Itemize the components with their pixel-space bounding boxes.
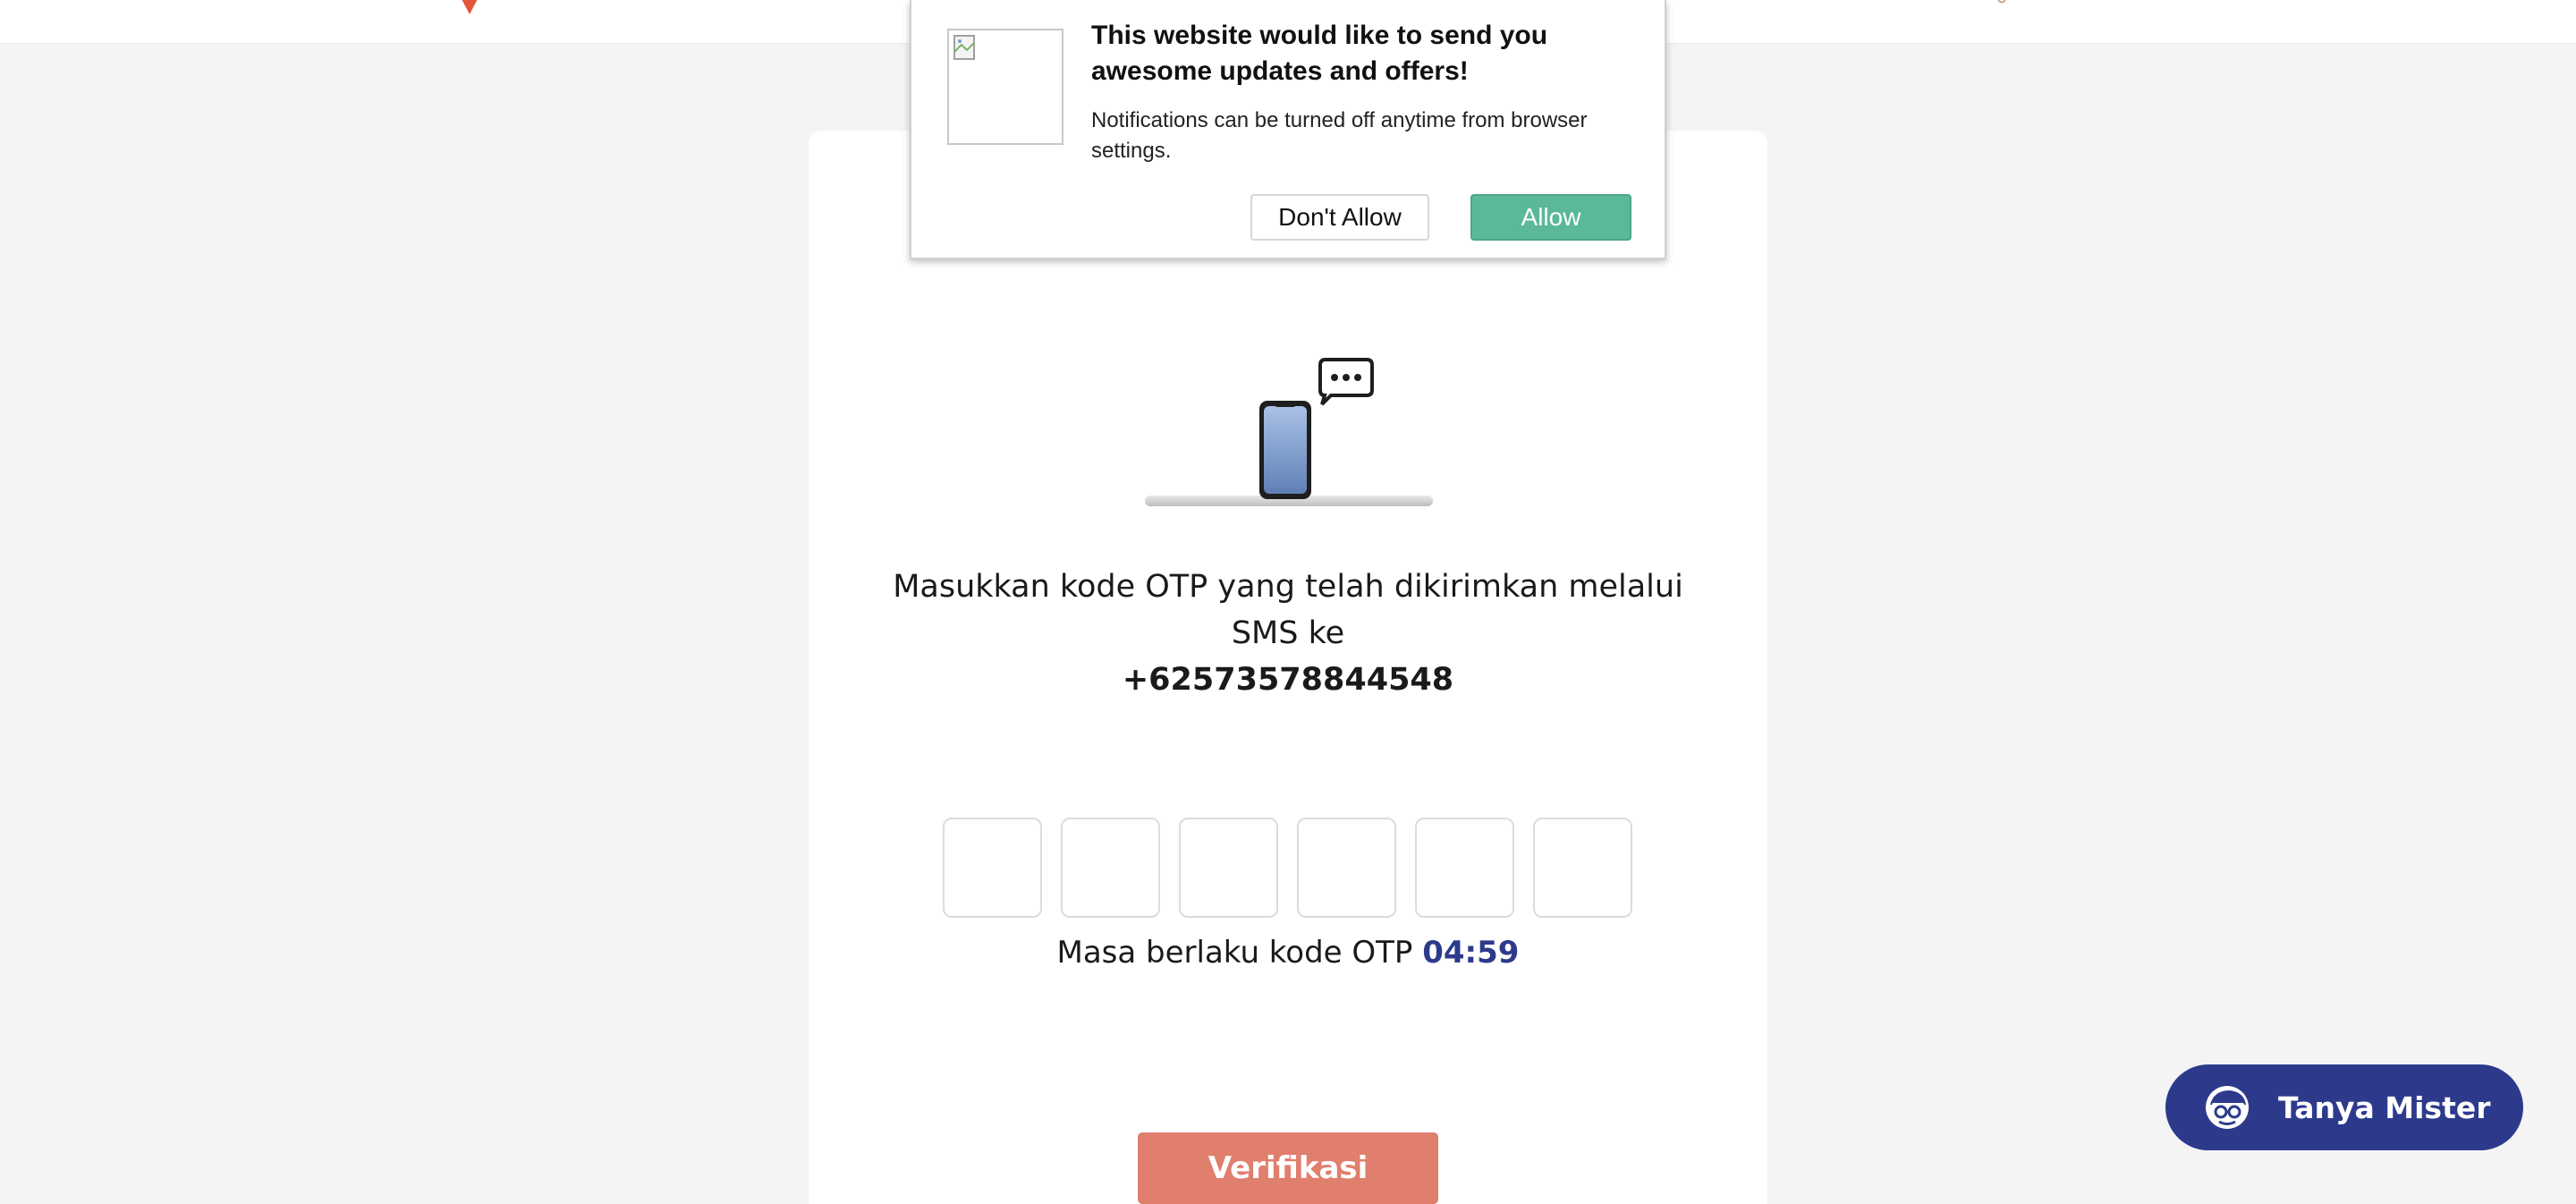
otp-digit-4[interactable] <box>1297 818 1396 918</box>
otp-timer-label: Masa berlaku kode OTP <box>1056 935 1413 971</box>
mascot-icon <box>2206 1086 2249 1129</box>
otp-digit-5[interactable] <box>1415 818 1514 918</box>
notification-body: Notifications can be turned off anytime … <box>1091 108 1588 163</box>
otp-timer: Masa berlaku kode OTP 04:59 <box>871 930 1705 975</box>
broken-image-icon <box>947 29 1063 145</box>
allow-button[interactable]: Allow <box>1470 194 1631 241</box>
header-menu-fragment-icon <box>1997 0 2006 4</box>
verify-button[interactable]: Verifikasi <box>1138 1132 1438 1204</box>
otp-input-group <box>943 818 1632 918</box>
logo-icon[interactable] <box>450 0 489 14</box>
dont-allow-button[interactable]: Don't Allow <box>1250 194 1429 241</box>
tanya-mister-chat-button[interactable]: Tanya Mister <box>2165 1064 2523 1150</box>
notification-permission-dialog: This website would like to send you awes… <box>910 0 1666 259</box>
phone-number: +62573578844548 <box>1122 662 1454 698</box>
otp-digit-3[interactable] <box>1179 818 1278 918</box>
otp-instruction: Masukkan kode OTP yang telah dikirimkan … <box>871 564 1705 703</box>
otp-digit-6[interactable] <box>1533 818 1632 918</box>
notification-title: This website would like to send you awes… <box>1091 21 1548 86</box>
otp-digit-2[interactable] <box>1061 818 1160 918</box>
phone-sms-illustration <box>1145 358 1433 506</box>
otp-digit-1[interactable] <box>943 818 1042 918</box>
chat-button-label: Tanya Mister <box>2278 1090 2491 1125</box>
otp-instruction-text: Masukkan kode OTP yang telah dikirimkan … <box>893 569 1683 651</box>
otp-timer-value: 04:59 <box>1422 935 1520 971</box>
